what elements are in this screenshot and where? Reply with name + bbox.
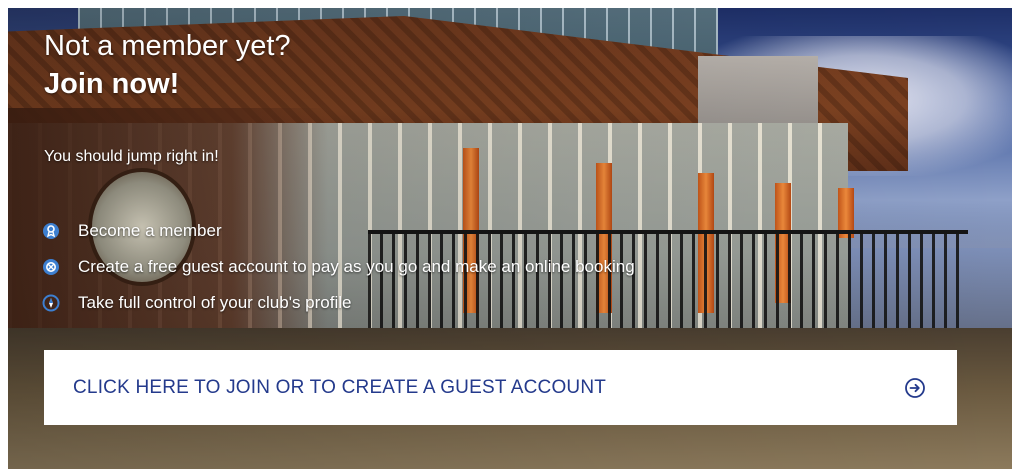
feature-item: Create a free guest account to pay as yo… <box>42 249 635 285</box>
feature-label: Take full control of your club's profile <box>78 293 352 312</box>
hero-title: Not a member yet? <box>44 30 291 62</box>
feature-label: Create a free guest account to pay as yo… <box>78 257 635 276</box>
feature-label: Become a member <box>78 221 222 240</box>
hero-content: Not a member yet? Join now! You should j… <box>8 8 1012 469</box>
join-or-guest-account-button[interactable]: CLICK HERE TO JOIN OR TO CREATE A GUEST … <box>44 350 957 425</box>
arrow-right-circle-icon <box>904 377 926 399</box>
hero-banner: Not a member yet? Join now! You should j… <box>8 8 1012 469</box>
hero-intro-text: You should jump right in! <box>44 148 219 165</box>
feature-item: Become a member <box>42 213 635 249</box>
compass-icon <box>42 294 60 312</box>
feature-item: Take full control of your club's profile <box>42 285 635 321</box>
guest-account-icon <box>42 258 60 276</box>
cta-label: CLICK HERE TO JOIN OR TO CREATE A GUEST … <box>73 376 607 398</box>
hero-subtitle: Join now! <box>44 68 180 100</box>
member-badge-icon <box>42 222 60 240</box>
feature-list: Become a member Create a free guest acco… <box>42 213 635 321</box>
